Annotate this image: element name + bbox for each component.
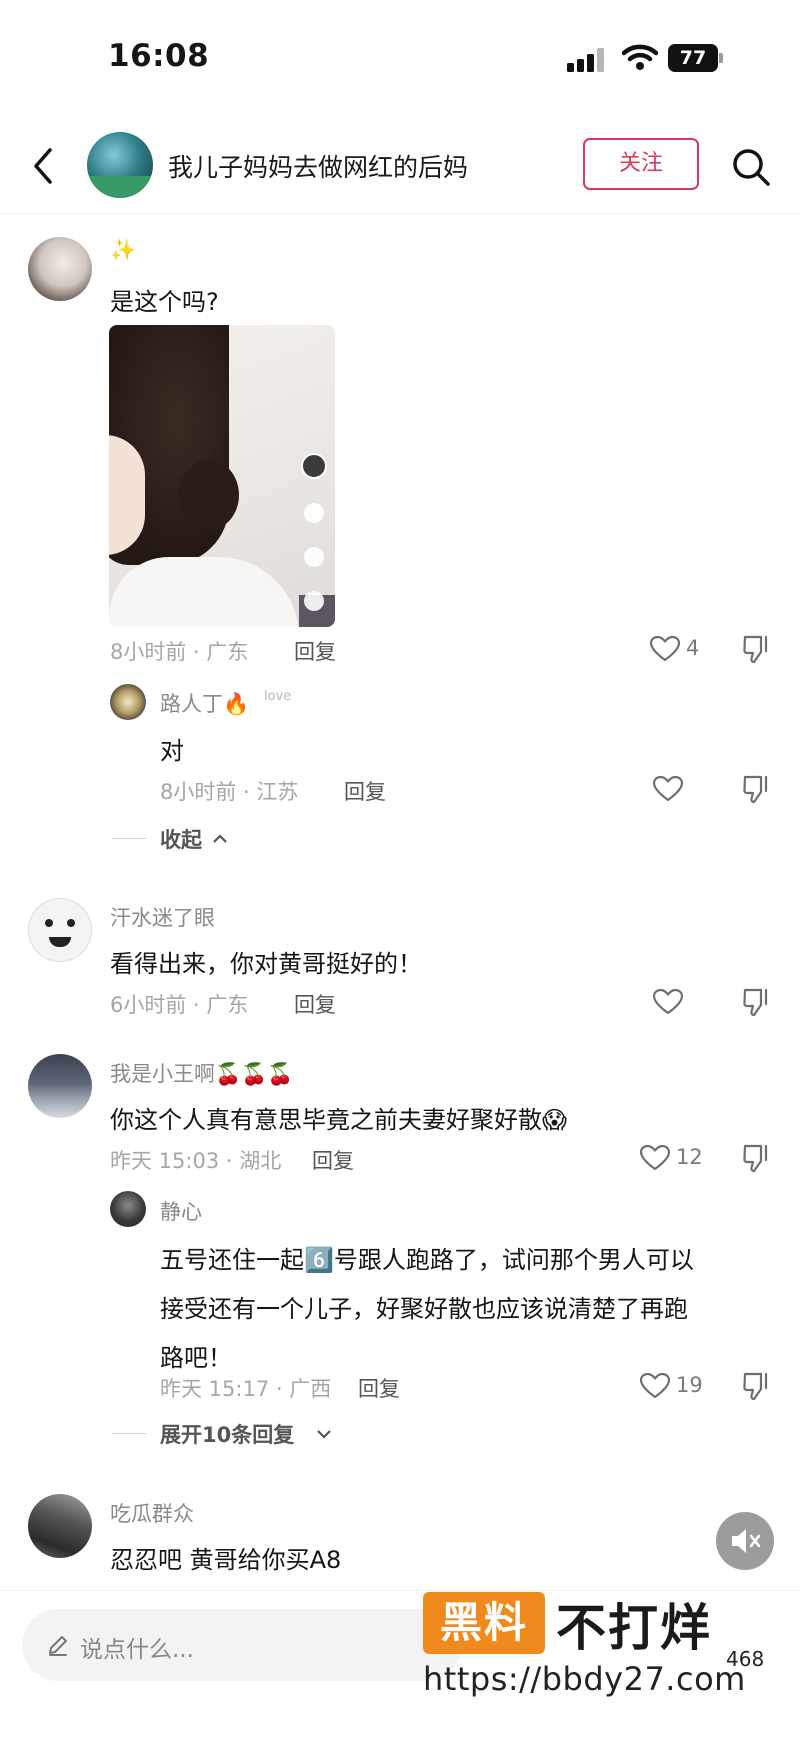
dislike-icon[interactable] xyxy=(742,1371,770,1401)
dislike-icon[interactable] xyxy=(742,634,770,664)
reply-username[interactable]: 静心 xyxy=(160,1196,202,1226)
like-count: 12 xyxy=(676,1145,703,1169)
like-count: 19 xyxy=(676,1373,703,1397)
reply-text: 对 xyxy=(160,737,184,765)
reply-button[interactable]: 回复 xyxy=(312,1145,354,1175)
reply-button[interactable]: 回复 xyxy=(294,989,336,1019)
heart-icon xyxy=(653,776,683,802)
account-title[interactable]: 我儿子妈妈去做网红的后妈 xyxy=(168,148,468,184)
dislike-icon[interactable] xyxy=(742,774,770,804)
header: 我儿子妈妈去做网红的后妈 关注 xyxy=(0,118,800,214)
pen-icon xyxy=(49,1636,67,1656)
comment-text: 看得出来，你对黄哥挺好的！ xyxy=(110,950,422,978)
heart-icon xyxy=(650,636,680,662)
comment-text: 是这个吗? xyxy=(110,288,219,316)
expand-label: 展开10条回复 xyxy=(160,1423,295,1447)
avatar[interactable] xyxy=(28,1494,92,1558)
comment-meta: 昨天 15:03 · 湖北 xyxy=(110,1149,282,1173)
avatar[interactable] xyxy=(28,898,92,962)
comment-username[interactable]: 吃瓜群众 xyxy=(110,1498,194,1528)
signal-icon xyxy=(567,48,609,72)
watermark-url: https://bbdy27.com xyxy=(423,1660,746,1698)
mute-button[interactable] xyxy=(716,1512,774,1570)
reply-meta: 8小时前 · 江苏 xyxy=(160,780,299,804)
reply-text-line: 接受还有一个儿子，好聚好散也应该说清楚了再跑 xyxy=(160,1295,688,1323)
expand-replies[interactable]: 展开10条回复 xyxy=(112,1419,352,1449)
comment-username[interactable]: 我是小王啊🍒🍒🍒 xyxy=(110,1058,293,1088)
heart-icon xyxy=(640,1373,670,1399)
dislike-icon[interactable] xyxy=(742,987,770,1017)
comment-image[interactable] xyxy=(109,325,335,627)
chevron-up-icon xyxy=(213,834,227,843)
avatar[interactable] xyxy=(28,1054,92,1118)
like-button[interactable] xyxy=(653,772,687,806)
reply-button[interactable]: 回复 xyxy=(358,1373,400,1403)
comment-meta: 6小时前 · 广东 xyxy=(110,993,249,1017)
watermark-text: 不打烊 xyxy=(556,1599,712,1657)
account-avatar[interactable] xyxy=(87,132,153,198)
dislike-icon[interactable] xyxy=(742,1143,770,1173)
follow-button[interactable]: 关注 xyxy=(583,138,699,190)
reply-text-line: 五号还住一起6️⃣号跟人跑路了，试问那个男人可以 xyxy=(160,1246,694,1274)
reply-button[interactable]: 回复 xyxy=(344,776,386,806)
battery-level: 77 xyxy=(668,44,718,72)
search-icon[interactable] xyxy=(731,147,771,187)
like-button[interactable] xyxy=(653,985,687,1019)
reply-button[interactable]: 回复 xyxy=(294,636,336,666)
avatar[interactable] xyxy=(110,1191,146,1227)
comment-input-placeholder: 说点什么... xyxy=(80,1637,194,1663)
comment-text: 你这个人真有意思毕竟之前夫妻好聚好散😱 xyxy=(110,1106,568,1134)
comment-meta: 8小时前 · 广东 xyxy=(110,640,249,664)
back-icon[interactable] xyxy=(26,144,62,188)
collapse-label: 收起 xyxy=(160,828,202,852)
reply-text-line: 路吧！ xyxy=(160,1344,232,1372)
status-time: 16:08 xyxy=(108,38,210,74)
like-count: 4 xyxy=(686,636,700,660)
mute-icon xyxy=(732,1529,761,1553)
battery-icon: 77 xyxy=(668,44,724,72)
avatar[interactable] xyxy=(28,237,92,301)
like-button[interactable]: 12 xyxy=(640,1141,720,1175)
status-bar: 16:08 77 xyxy=(0,0,800,110)
comment-username[interactable]: ✨ xyxy=(110,238,136,263)
watermark-badge: 黑料 xyxy=(423,1592,545,1654)
reply-username[interactable]: 路人丁🔥 xyxy=(160,688,249,718)
heart-icon xyxy=(640,1145,670,1171)
wifi-icon xyxy=(622,44,658,70)
comment-text: 忍忍吧 黄哥给你买A8 xyxy=(110,1546,342,1574)
collapse-replies[interactable]: 收起 xyxy=(112,824,252,854)
comment-input[interactable]: 说点什么... xyxy=(22,1609,462,1681)
heart-icon xyxy=(653,989,683,1015)
chevron-down-icon xyxy=(317,1430,331,1439)
avatar[interactable] xyxy=(110,684,146,720)
like-button[interactable]: 4 xyxy=(650,632,710,666)
like-button[interactable]: 19 xyxy=(640,1369,720,1403)
reply-username-badge: love xyxy=(264,689,292,704)
comment-username[interactable]: 汗水迷了眼 xyxy=(110,902,215,932)
reply-meta: 昨天 15:17 · 广西 xyxy=(160,1377,332,1401)
